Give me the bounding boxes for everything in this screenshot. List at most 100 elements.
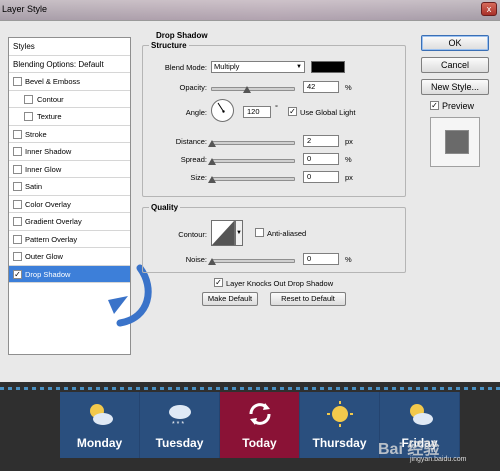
noise-slider-thumb[interactable]: [208, 258, 216, 265]
distance-slider-thumb[interactable]: [208, 140, 216, 147]
styles-item-label: Color Overlay: [25, 199, 71, 209]
angle-dial-needle-icon: [217, 102, 225, 113]
styles-item-label: Bevel & Emboss: [25, 77, 81, 86]
day-name: Today: [242, 436, 277, 450]
styles-item-checkbox[interactable]: ✓: [13, 269, 22, 279]
styles-item-checkbox[interactable]: [13, 77, 22, 86]
styles-item-checkbox[interactable]: [13, 147, 22, 156]
sun-cloud-icon: [410, 404, 433, 425]
styles-item-contour[interactable]: Contour: [9, 91, 130, 108]
anti-aliased-checkbox[interactable]: [255, 228, 264, 237]
panel-title: Drop Shadow: [156, 31, 208, 40]
spread-slider-thumb[interactable]: [208, 158, 216, 165]
noise-unit: %: [345, 255, 352, 264]
drop-shadow-panel: Drop Shadow Structure Blend Mode: Multip…: [142, 31, 410, 306]
size-input[interactable]: 0: [303, 171, 339, 183]
distance-unit: px: [345, 137, 353, 146]
blend-mode-value: Multiply: [214, 62, 240, 71]
styles-item-blending-options-default[interactable]: Blending Options: Default: [9, 56, 130, 73]
styles-item-checkbox[interactable]: [13, 199, 22, 209]
angle-label: Angle:: [185, 108, 207, 117]
distance-input[interactable]: 2: [303, 135, 339, 147]
styles-item-checkbox[interactable]: [24, 112, 33, 121]
sun-icon: [327, 401, 353, 427]
angle-dial[interactable]: [211, 99, 234, 122]
day-tile-monday[interactable]: Monday: [60, 392, 140, 458]
styles-item-checkbox[interactable]: [13, 182, 22, 191]
styles-item-texture[interactable]: Texture: [9, 108, 130, 126]
opacity-slider[interactable]: [211, 86, 295, 93]
noise-slider[interactable]: [208, 258, 295, 265]
styles-item-checkbox[interactable]: [13, 234, 22, 244]
blend-mode-select[interactable]: Multiply ▼: [211, 61, 305, 73]
spread-slider[interactable]: [208, 158, 295, 165]
contour-dropdown-chevron-icon[interactable]: ▼: [235, 220, 243, 246]
distance-label: Distance:: [175, 137, 207, 146]
layer-style-dialog: Styles Blending Options: Default Bevel & E…: [0, 20, 500, 382]
styles-item-checkbox[interactable]: [13, 217, 22, 226]
day-tile-tuesday[interactable]: * * * Tuesday: [140, 392, 220, 458]
size-label: Size:: [190, 173, 207, 182]
styles-item-label: Blending Options: Default: [13, 59, 104, 69]
styles-item-checkbox[interactable]: [24, 94, 33, 104]
window-title: Layer Style: [2, 4, 48, 14]
opacity-input[interactable]: 42: [303, 81, 339, 93]
chevron-down-icon: ▼: [296, 64, 302, 70]
opacity-label: Opacity:: [179, 83, 207, 92]
blend-mode-label: Blend Mode:: [164, 63, 207, 72]
day-tile-thursday[interactable]: Thursday: [300, 392, 380, 458]
svg-text:* * *: * * *: [172, 421, 184, 428]
cancel-button[interactable]: Cancel: [421, 57, 489, 73]
make-default-button[interactable]: Make Default: [202, 292, 258, 306]
angle-unit: °: [275, 103, 278, 112]
styles-item-inner-glow[interactable]: Inner Glow: [9, 161, 130, 178]
preview-checkbox[interactable]: ✓: [430, 101, 439, 110]
styles-item-checkbox[interactable]: [13, 164, 22, 174]
styles-item-label: Drop Shadow: [25, 269, 71, 279]
preview-thumbnail: [430, 117, 480, 167]
distance-slider[interactable]: [208, 140, 295, 147]
anti-aliased-label: Anti-aliased: [267, 229, 307, 238]
styles-item-satin[interactable]: Satin: [9, 178, 130, 196]
styles-item-checkbox[interactable]: [13, 129, 22, 139]
angle-input[interactable]: 120: [243, 106, 271, 118]
styles-item-styles[interactable]: Styles: [9, 38, 130, 56]
styles-item-label: Stroke: [25, 129, 47, 139]
layer-knocks-out-checkbox[interactable]: ✓: [214, 278, 223, 287]
structure-group: Structure Blend Mode: Multiply ▼ Opacity…: [142, 41, 406, 197]
noise-input[interactable]: 0: [303, 253, 339, 265]
refresh-icon: [249, 403, 271, 425]
contour-picker[interactable]: [211, 220, 235, 246]
size-slider-thumb[interactable]: [208, 176, 216, 183]
styles-item-label: Satin: [25, 182, 43, 191]
styles-item-bevel-emboss[interactable]: Bevel & Emboss: [9, 73, 130, 91]
opacity-slider-thumb[interactable]: [243, 86, 251, 93]
close-button[interactable]: x: [481, 2, 497, 16]
shadow-color-swatch[interactable]: [311, 61, 345, 73]
spread-unit: %: [345, 155, 352, 164]
styles-item-label: Inner Glow: [25, 164, 62, 174]
ok-button[interactable]: OK: [421, 35, 489, 51]
styles-item-gradient-overlay[interactable]: Gradient Overlay: [9, 213, 130, 231]
size-unit: px: [345, 173, 353, 182]
layer-knocks-out-label: Layer Knocks Out Drop Shadow: [226, 279, 334, 288]
title-bar: Layer Style x: [0, 0, 500, 20]
size-slider[interactable]: [208, 176, 295, 183]
styles-item-label: Gradient Overlay: [25, 217, 82, 226]
styles-item-inner-shadow[interactable]: Inner Shadow: [9, 143, 130, 161]
reset-to-default-button[interactable]: Reset to Default: [270, 292, 346, 306]
styles-item-color-overlay[interactable]: Color Overlay: [9, 196, 130, 213]
spread-input[interactable]: 0: [303, 153, 339, 165]
styles-item-checkbox[interactable]: [13, 252, 22, 261]
new-style-button[interactable]: New Style...: [421, 79, 489, 95]
styles-item-label: Outer Glow: [25, 252, 63, 261]
snow-cloud-icon: * * *: [169, 405, 191, 428]
spread-label: Spread:: [180, 155, 207, 164]
day-tile-today[interactable]: Today: [220, 392, 300, 458]
styles-item-label: Texture: [37, 112, 62, 121]
styles-item-label: Inner Shadow: [25, 147, 72, 156]
day-name: Tuesday: [155, 436, 204, 450]
styles-item-pattern-overlay[interactable]: Pattern Overlay: [9, 231, 130, 248]
use-global-light-checkbox[interactable]: ✓: [288, 107, 297, 116]
styles-item-stroke[interactable]: Stroke: [9, 126, 130, 143]
